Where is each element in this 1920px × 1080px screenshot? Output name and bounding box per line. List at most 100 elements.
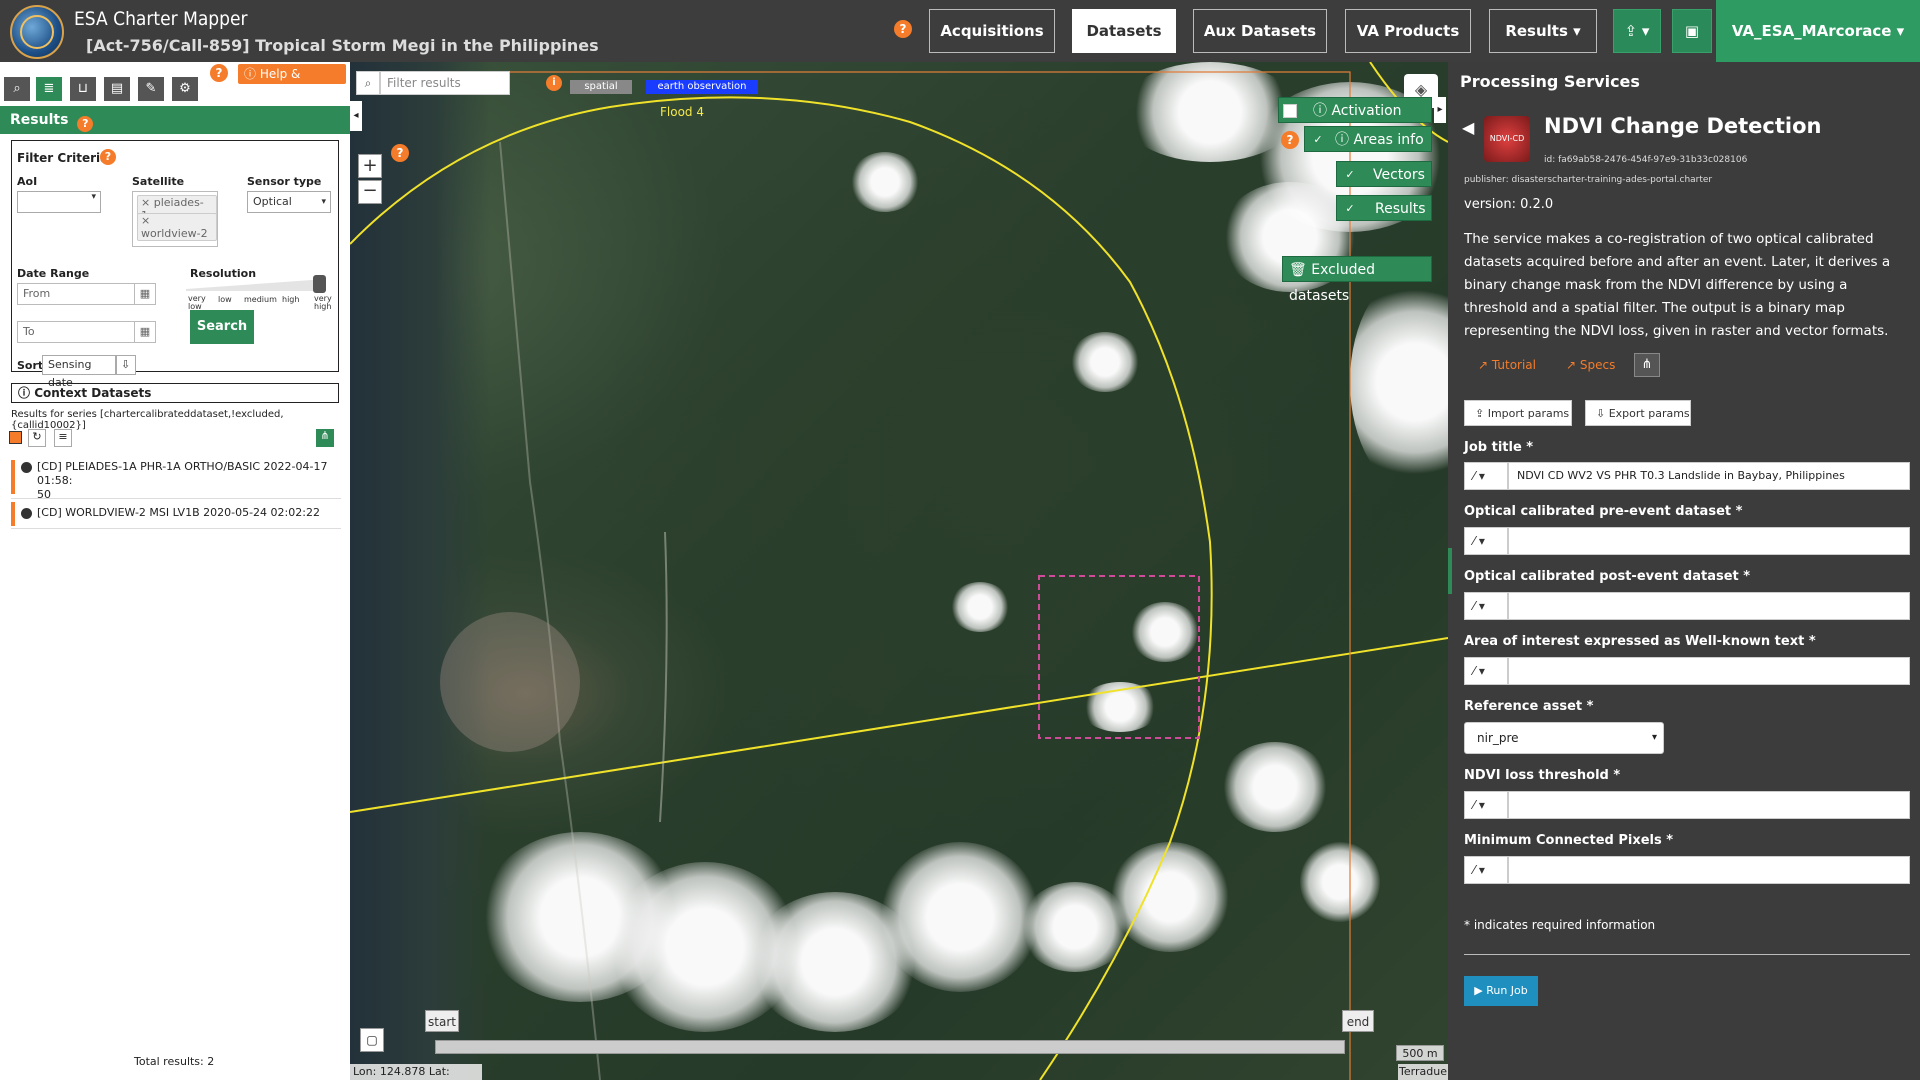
results-checkbox[interactable]: ✓ <box>1343 202 1357 216</box>
help-icon[interactable]: ? <box>210 64 228 82</box>
reference-asset-select[interactable]: nir_pre ▾ <box>1464 722 1664 754</box>
calendar-icon[interactable]: ▦ <box>134 321 156 343</box>
run-job-button[interactable]: ▶ Run Job <box>1464 976 1538 1006</box>
help-manual-button[interactable]: ⓘ Help & Manual <box>238 64 346 101</box>
gear-icon[interactable]: ⚙ <box>172 77 198 101</box>
refresh-icon[interactable]: ↻ <box>28 429 46 447</box>
help-icon[interactable]: ? <box>77 116 94 132</box>
date-to-input[interactable]: To <box>17 321 135 343</box>
min-pixels-input[interactable] <box>1508 856 1910 884</box>
calendar-icon[interactable]: ▦ <box>134 283 156 305</box>
timeline-start-label[interactable]: start <box>425 1010 459 1032</box>
context-datasets-bar[interactable]: ⓘ Context Datasets <box>11 383 339 403</box>
nav-va-products[interactable]: VA Products <box>1345 9 1471 53</box>
tutorial-link[interactable]: ↗ Tutorial <box>1478 358 1536 372</box>
result-item[interactable]: [CD] WORLDVIEW-2 MSI LV1B 2020-05-24 02:… <box>11 502 341 526</box>
help-icon[interactable]: ? <box>100 149 116 165</box>
app-title: ESA Charter Mapper <box>74 8 248 30</box>
results-toggle[interactable]: ✓ Results <box>1336 195 1432 221</box>
zoom-out-button[interactable]: − <box>358 180 382 204</box>
results-title: Results <box>10 112 69 128</box>
wand-dropdown-icon[interactable]: ⁄ ▾ <box>1464 527 1508 555</box>
pre-event-input[interactable] <box>1508 527 1910 555</box>
info-icon[interactable]: i <box>546 75 562 91</box>
job-title-label: Job title * <box>1464 440 1534 455</box>
excluded-datasets-button[interactable]: 🗑 Excluded datasets <box>1282 256 1432 304</box>
search-icon[interactable]: ⌕ <box>356 71 380 95</box>
panel-resize-handle[interactable] <box>1448 548 1452 594</box>
timeline-bar[interactable] <box>435 1040 1345 1054</box>
activation-info-checkbox[interactable] <box>1283 104 1297 118</box>
activation-info-toggle[interactable]: ⓘ Activation info <box>1278 97 1432 145</box>
wand-dropdown-icon[interactable]: ⁄ ▾ <box>1464 791 1508 819</box>
scale-label: 500 m <box>1396 1045 1444 1061</box>
pencil-icon[interactable]: ✎ <box>138 77 164 101</box>
processing-services-panel: Processing Services ◀ NDVI-CD NDVI Chang… <box>1448 62 1920 1080</box>
basket-icon[interactable]: ⊔ <box>70 77 96 101</box>
wand-dropdown-icon[interactable]: ⁄ ▾ <box>1464 592 1508 620</box>
chip-earth-observation[interactable]: earth observation <box>646 80 758 94</box>
wand-dropdown-icon[interactable]: ⁄ ▾ <box>1464 462 1508 490</box>
areas-info-toggle[interactable]: ✓ ⓘ Areas info <box>1304 126 1432 152</box>
collapse-left-panel-icon[interactable]: ◂ <box>350 101 362 131</box>
panel-toggle-icon[interactable]: ▸ <box>1434 97 1446 123</box>
menu-icon[interactable]: ≡ <box>54 429 72 447</box>
areas-info-checkbox[interactable]: ✓ <box>1311 133 1325 147</box>
export-params-button[interactable]: ⇩ Export params <box>1585 400 1691 426</box>
timeline-end-label[interactable]: end <box>1342 1010 1374 1032</box>
nav-aux-datasets[interactable]: Aux Datasets <box>1193 9 1327 53</box>
attribution[interactable]: Terradue <box>1398 1064 1448 1080</box>
search-icon[interactable]: ⌕ <box>4 77 30 101</box>
share-icon[interactable]: ⋔ <box>1634 353 1660 377</box>
sort-select[interactable]: Sensing date <box>42 355 116 389</box>
timeline-toggle-icon[interactable]: ▢ <box>360 1028 384 1052</box>
post-event-input[interactable] <box>1508 592 1910 620</box>
specs-link[interactable]: ↗ Specs <box>1566 358 1615 372</box>
left-panel: ⌕ ≣ ⊔ ▤ ✎ ⚙ ? ⓘ Help & Manual Results ? … <box>0 62 350 1080</box>
share-icon[interactable]: ⋔ <box>316 429 334 447</box>
result-item[interactable]: [CD] PLEIADES-1A PHR-1A ORTHO/BASIC 2022… <box>11 460 341 501</box>
job-title-input[interactable]: NDVI CD WV2 VS PHR T0.3 Landslide in Bay… <box>1508 462 1910 490</box>
import-params-button[interactable]: ⇪ Import params <box>1464 400 1572 426</box>
sensor-type-label: Sensor type <box>247 175 322 188</box>
panel-header: Processing Services <box>1460 72 1640 91</box>
select-all-checkbox[interactable] <box>9 431 22 444</box>
sensor-type-select[interactable]: Optical ▾ <box>247 191 331 213</box>
aoi-rectangle[interactable] <box>1038 575 1200 739</box>
back-arrow-icon[interactable]: ◀ <box>1462 118 1474 137</box>
wand-dropdown-icon[interactable]: ⁄ ▾ <box>1464 657 1508 685</box>
dataset-footprint[interactable] <box>490 71 1351 1080</box>
required-note: * indicates required information <box>1464 918 1656 932</box>
filter-results-input[interactable]: Filter results <box>380 71 510 95</box>
esa-charter-logo[interactable] <box>10 5 64 59</box>
nav-datasets[interactable]: Datasets <box>1072 9 1176 53</box>
map-view[interactable]: ⌕ Filter results i spatial earth observa… <box>350 62 1448 1080</box>
wand-dropdown-icon[interactable]: ⁄ ▾ <box>1464 856 1508 884</box>
upload-icon[interactable]: ⇪ ▾ <box>1613 9 1661 53</box>
resolution-slider[interactable]: very low low medium high very high <box>186 273 332 313</box>
nav-results-dropdown[interactable]: Results ▾ <box>1489 9 1597 53</box>
ndvi-threshold-input[interactable] <box>1508 791 1910 819</box>
divider <box>1464 954 1910 955</box>
zoom-in-button[interactable]: + <box>358 154 382 178</box>
aoi-wkt-input[interactable] <box>1508 657 1910 685</box>
resolution-slider-thumb <box>313 275 326 293</box>
vectors-checkbox[interactable]: ✓ <box>1343 168 1357 182</box>
aoi-select[interactable]: ▾ <box>17 191 101 213</box>
search-button[interactable]: Search <box>190 310 254 344</box>
archive-icon[interactable]: ▤ <box>104 77 130 101</box>
chip-spatial[interactable]: spatial <box>570 80 632 94</box>
briefcase-icon[interactable]: ▣ <box>1672 9 1712 53</box>
help-icon[interactable]: ? <box>894 20 912 38</box>
nav-acquisitions[interactable]: Acquisitions <box>929 9 1055 53</box>
vectors-toggle[interactable]: ✓ Vectors <box>1336 161 1432 187</box>
help-icon[interactable]: ? <box>391 144 409 162</box>
help-icon[interactable]: ? <box>1281 131 1299 149</box>
flood-area-boundary[interactable] <box>350 96 1213 1080</box>
satellite-multiselect[interactable]: × pleiades-1: × worldview-2 <box>132 191 218 247</box>
satellite-tag[interactable]: × worldview-2 <box>137 213 217 241</box>
sort-direction-icon[interactable]: ⇩ <box>116 355 136 375</box>
date-from-input[interactable]: From <box>17 283 135 305</box>
user-menu[interactable]: VA_ESA_MArcorace ▾ <box>1716 0 1920 62</box>
list-icon[interactable]: ≣ <box>36 77 62 101</box>
